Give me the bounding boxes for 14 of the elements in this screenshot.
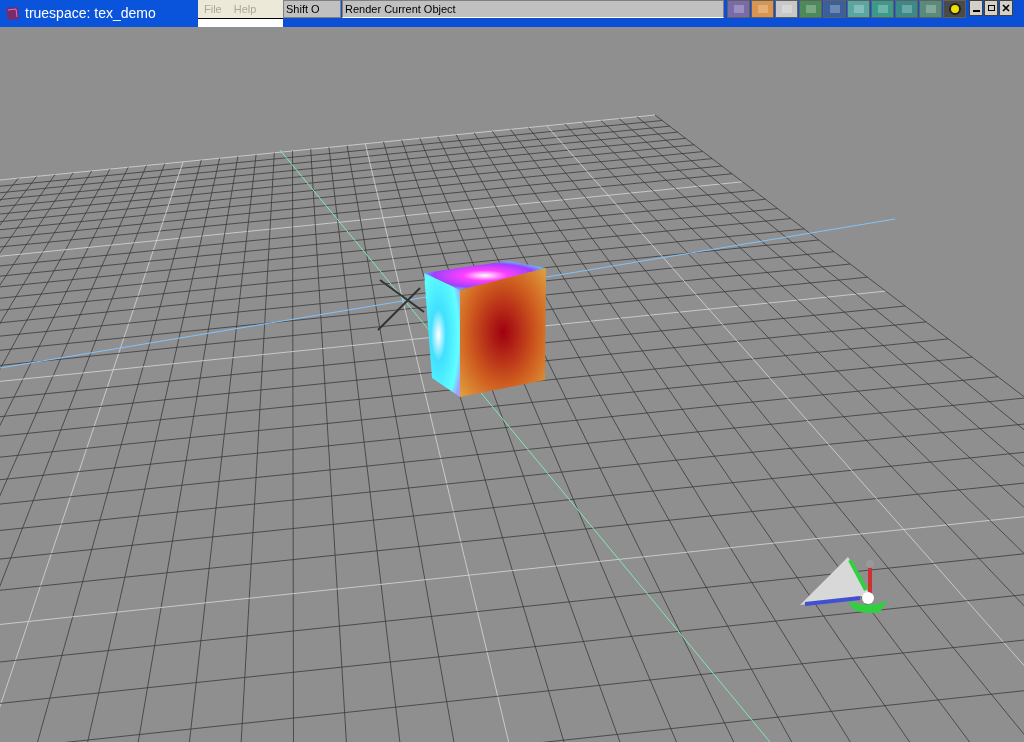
restore-button[interactable] — [984, 0, 998, 16]
axis-handle-drawing — [377, 279, 425, 331]
restore-icon — [987, 5, 995, 11]
close-icon — [1002, 4, 1010, 12]
shortcut-field: Shift O — [283, 0, 341, 18]
window-title: truespace: tex_demo — [25, 4, 156, 23]
textured-cube-drawing[interactable] — [424, 261, 546, 397]
minimize-icon — [972, 10, 980, 12]
close-button[interactable] — [999, 0, 1013, 16]
status-field: Render Current Object — [342, 0, 724, 18]
minimize-button[interactable] — [969, 0, 983, 16]
app-logo-icon — [4, 5, 21, 22]
frame-icon[interactable] — [775, 0, 798, 18]
camera-gizmo-drawing[interactable] — [800, 557, 888, 613]
